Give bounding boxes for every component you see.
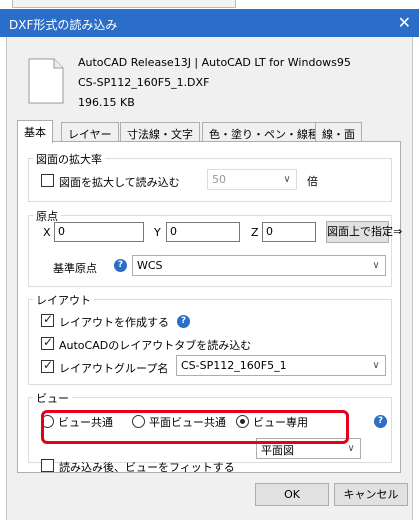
chevron-down-icon: ∨ [372,260,380,271]
layout-group-name-value: CS-SP112_160F5_1 [181,359,287,372]
pick-origin-button[interactable]: 図面上で指定⇒ [326,221,402,243]
zoom-unit: 倍 [307,175,318,188]
red-highlight-annotation [41,410,349,444]
origin-z-input[interactable]: 0 [262,222,316,242]
group-layout-legend: レイアウト [33,292,94,308]
layout-group-name-checkbox[interactable]: ✓ [41,358,54,373]
document-icon [28,58,64,104]
zoom-checkbox[interactable] [41,174,54,187]
read-layout-tabs-label: AutoCADのレイアウトタブを読み込む [59,339,252,352]
tab-panel-basic: 図面の拡大率 図面を拡大して読み込む 50 ∨ 倍 原点 X 0 Y 0 Z 0… [17,141,402,474]
tab-basic[interactable]: 基本 [17,120,53,143]
close-icon[interactable]: ✕ [398,13,411,32]
base-origin-label: 基準原点 [53,262,97,275]
help-icon[interactable]: ? [374,415,387,428]
layout-group-name-combo[interactable]: CS-SP112_160F5_1 ∨ [176,355,386,376]
origin-z-label: Z [251,226,259,239]
dialog-body: AutoCAD Release13J | AutoCAD LT for Wind… [6,37,413,520]
origin-y-input[interactable]: 0 [166,222,240,242]
read-layout-tabs-checkbox[interactable]: ✓ [41,335,54,350]
background-window-strip [0,0,419,9]
tab-layer[interactable]: レイヤー [61,122,119,142]
zoom-value: 50 [212,173,226,186]
ok-button[interactable]: OK [255,483,329,506]
file-info: AutoCAD Release13J | AutoCAD LT for Wind… [78,53,351,113]
background-window-edge [12,0,236,8]
checkmark-icon: ✓ [43,312,54,326]
cancel-button[interactable]: キャンセル [334,483,408,506]
group-layout: レイアウト ✓ レイアウトを作成する ? ✓ AutoCADのレイアウトタブを読… [28,292,392,385]
chevron-down-icon: ∨ [372,360,380,371]
zoom-checkbox-label: 図面を拡大して読み込む [59,176,180,189]
group-view-legend: ビュー [33,390,72,406]
tab-line-face[interactable]: 線・面 [315,122,362,142]
dialog-title-bar: DXF形式の読み込み ✕ [0,9,419,37]
fit-view-label: 読み込み後、ビューをフィットする [59,461,235,474]
dialog-title: DXF形式の読み込み [9,18,118,32]
fit-view-checkbox[interactable] [41,459,54,472]
file-app: AutoCAD Release13J | AutoCAD LT for Wind… [78,56,351,69]
help-icon[interactable]: ? [114,259,127,272]
origin-x-input[interactable]: 0 [54,222,144,242]
checkmark-icon: ✓ [43,358,54,372]
base-origin-combo[interactable]: WCS ∨ [132,255,386,276]
origin-x-label: X [43,226,51,239]
create-layout-label: レイアウトを作成する [59,316,169,329]
file-size: 196.15 KB [78,96,135,109]
zoom-value-combo[interactable]: 50 ∨ [207,169,297,190]
plan-view-value: 平面図 [261,444,294,457]
chevron-down-icon: ∨ [283,174,291,185]
tab-color-fill-pen[interactable]: 色・塗り・ペン・線種 [202,122,326,142]
checkmark-icon: ✓ [43,335,54,349]
create-layout-checkbox[interactable]: ✓ [41,312,54,327]
origin-y-label: Y [154,226,161,239]
file-name: CS-SP112_160F5_1.DXF [78,76,210,89]
group-zoom: 図面の拡大率 図面を拡大して読み込む 50 ∨ 倍 [28,151,392,202]
base-origin-value: WCS [137,259,163,272]
group-zoom-legend: 図面の拡大率 [33,151,105,167]
group-origin: 原点 X 0 Y 0 Z 0 図面上で指定⇒ 基準原点 ? WCS ∨ [28,208,402,287]
tab-dimension-text[interactable]: 寸法線・文字 [120,122,200,142]
help-icon[interactable]: ? [177,315,190,328]
layout-group-name-label: レイアウトグループ名 [59,362,169,375]
